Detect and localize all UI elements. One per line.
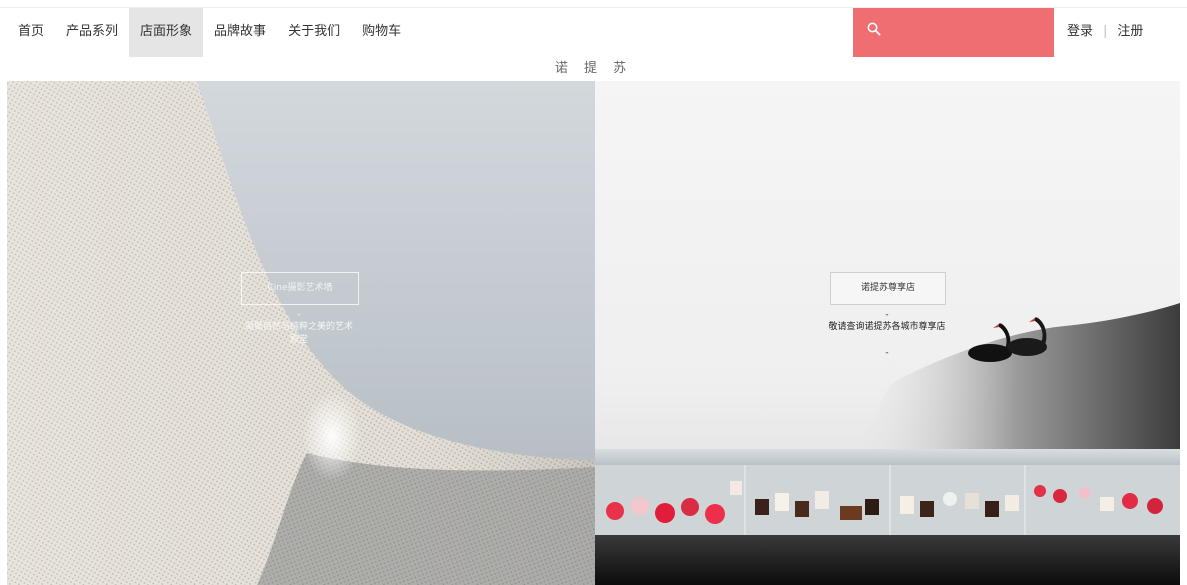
register-link[interactable]: 注册 (1117, 8, 1143, 56)
store-panel-art-wall[interactable]: Cine摄影艺术墙 - 凝聚自然与纯粹之美的艺术殿堂 - (7, 81, 595, 585)
art-wall-dash-after: - (297, 348, 301, 358)
nav-item-brand-story[interactable]: 品牌故事 (203, 8, 277, 57)
auth-links: 登录 | 注册 (1067, 8, 1143, 57)
auth-separator: | (1103, 24, 1108, 39)
top-border (0, 0, 1187, 8)
main-nav: 首页 产品系列 店面形象 品牌故事 关于我们 购物车 (7, 8, 412, 57)
search-icon (867, 22, 881, 36)
art-wall-description: 凝聚自然与纯粹之美的艺术殿堂 (244, 322, 353, 345)
nav-item-home[interactable]: 首页 (7, 8, 55, 57)
nav-item-cart[interactable]: 购物车 (351, 8, 412, 57)
nav-item-about[interactable]: 关于我们 (277, 8, 351, 57)
flagship-dash-after: - (885, 348, 889, 358)
nav-item-products[interactable]: 产品系列 (55, 8, 129, 57)
store-panel-flagship[interactable]: 诺提苏尊享店 - 敬请查询诺提苏各城市尊享店 - (595, 81, 1180, 585)
login-link[interactable]: 登录 (1067, 8, 1093, 56)
search-button[interactable] (853, 8, 1054, 57)
nav-item-stores[interactable]: 店面形象 (129, 8, 204, 57)
flagship-description: 敬请查询诺提苏各城市尊享店 (828, 322, 946, 332)
flagship-title: 诺提苏尊享店 (830, 272, 946, 305)
brand-title: 诺 提 苏 (554, 61, 633, 76)
art-wall-title: Cine摄影艺术墙 (241, 272, 359, 305)
